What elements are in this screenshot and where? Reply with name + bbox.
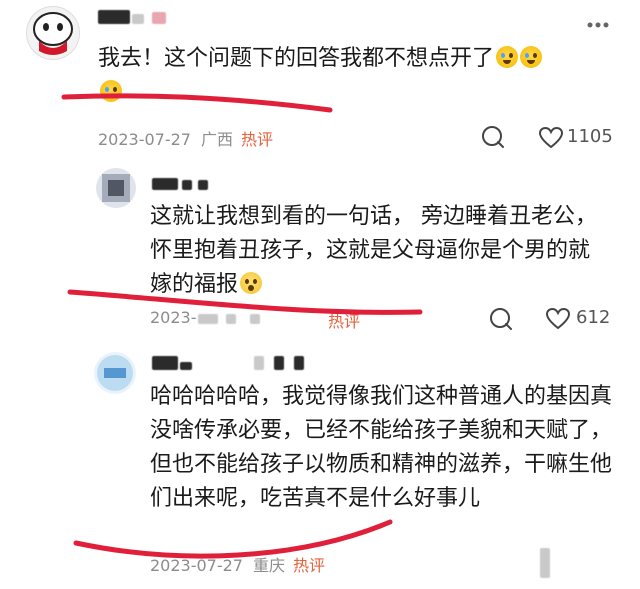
annotation-underline [61, 93, 333, 113]
annotation-strokes [61, 93, 423, 559]
annotation-underline [73, 519, 393, 559]
annotation-underline [67, 289, 423, 315]
